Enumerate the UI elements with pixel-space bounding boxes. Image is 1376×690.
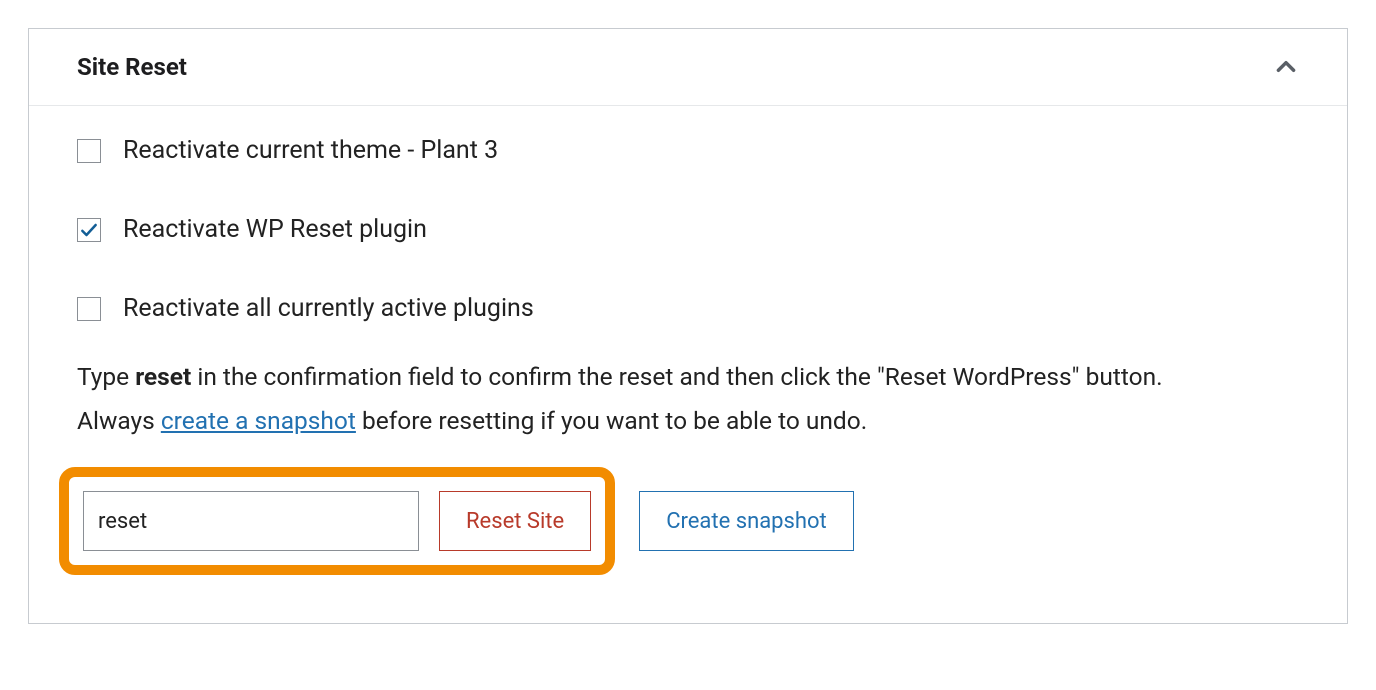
checkbox-reactivate-theme[interactable]: Reactivate current theme - Plant 3 (77, 136, 1299, 165)
text: in the confirmation field to confirm the… (191, 362, 1162, 391)
text: before resetting if you want to be able … (356, 406, 867, 435)
text: Always (77, 406, 161, 435)
checkbox-reactivate-wp-reset[interactable]: Reactivate WP Reset plugin (77, 215, 1299, 244)
chevron-up-icon (1273, 54, 1299, 80)
checkbox-label: Reactivate current theme - Plant 3 (123, 136, 498, 165)
checkbox-label: Reactivate WP Reset plugin (123, 215, 427, 244)
panel-title: Site Reset (77, 53, 187, 81)
checkbox-icon (77, 218, 101, 242)
reset-site-button[interactable]: Reset Site (439, 491, 591, 551)
checkbox-icon (77, 139, 101, 163)
panel-header[interactable]: Site Reset (29, 29, 1347, 106)
create-snapshot-link[interactable]: create a snapshot (161, 406, 356, 435)
text: Type (77, 362, 135, 391)
checkbox-reactivate-all-plugins[interactable]: Reactivate all currently active plugins (77, 294, 1299, 323)
checkbox-list: Reactivate current theme - Plant 3 React… (77, 136, 1299, 323)
highlight-annotation: Reset Site (59, 467, 615, 575)
action-row: Reset Site Create snapshot (77, 467, 1299, 575)
checkbox-label: Reactivate all currently active plugins (123, 294, 534, 323)
panel-body: Reactivate current theme - Plant 3 React… (29, 106, 1347, 623)
site-reset-panel: Site Reset Reactivate current theme - Pl… (28, 28, 1348, 624)
create-snapshot-button[interactable]: Create snapshot (639, 491, 854, 551)
text-bold: reset (135, 362, 191, 391)
confirm-input[interactable] (83, 491, 419, 551)
instructions-text: Type reset in the confirmation field to … (77, 355, 1299, 443)
checkbox-icon (77, 297, 101, 321)
